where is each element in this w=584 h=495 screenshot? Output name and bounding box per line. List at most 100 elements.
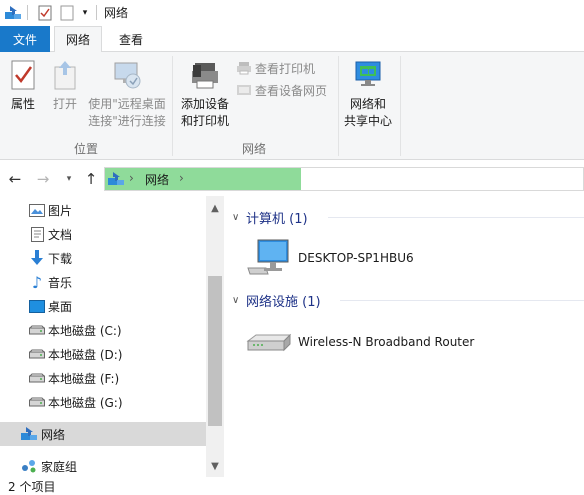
back-arrow-icon[interactable]: ← <box>6 170 24 188</box>
tab-network[interactable]: 网络 <box>54 26 102 53</box>
properties-button[interactable]: 属性 <box>4 58 42 113</box>
network-center-label-1: 网络和 <box>349 97 386 111</box>
remote-desktop-label-1: 使用"远程桌面 <box>88 97 166 111</box>
printer-small-icon <box>236 61 252 75</box>
nav-item-label: 音乐 <box>48 275 73 290</box>
nav-item-homegroup[interactable]: 家庭组 <box>0 454 206 478</box>
documents-icon <box>28 226 46 242</box>
ribbon: 属性 打开 使用"远程桌面 连接"进行连接 位置 添加设备 和打印机 查看打印机… <box>0 52 584 160</box>
open-icon <box>48 58 82 92</box>
nav-item-music[interactable]: ♪ 音乐 <box>0 270 206 294</box>
status-bar: 2 个项目 <box>0 477 584 495</box>
forward-arrow-icon[interactable]: → <box>34 170 52 188</box>
group-separator <box>400 56 401 156</box>
nav-item-documents[interactable]: 文档 <box>0 222 206 246</box>
customize-icon[interactable]: ▾ <box>76 4 94 22</box>
nav-item-label: 下载 <box>48 251 73 266</box>
drive-icon <box>28 394 46 410</box>
nav-item-drive-f[interactable]: 本地磁盘 (F:) <box>0 366 206 390</box>
nav-item-drive-d[interactable]: 本地磁盘 (D:) <box>0 342 206 366</box>
nav-item-label: 网络 <box>41 427 66 442</box>
title-bar: ▾ 网络 <box>0 0 584 26</box>
view-device-web-label: 查看设备网页 <box>255 83 328 98</box>
nav-item-label: 文档 <box>48 227 73 242</box>
separator <box>27 5 28 20</box>
nav-item-drive-c[interactable]: 本地磁盘 (C:) <box>0 318 206 342</box>
item-label: Wireless-N Broadband Router <box>298 335 475 349</box>
router-icon <box>244 320 294 364</box>
nav-item-pictures[interactable]: 图片 <box>0 198 206 222</box>
network-sharing-center-button[interactable]: 网络和 共享中心 <box>342 58 394 130</box>
nav-item-downloads[interactable]: 下载 <box>0 246 206 270</box>
recent-locations-icon[interactable]: ▾ <box>60 170 78 188</box>
network-icon[interactable] <box>4 4 22 22</box>
open-label: 打开 <box>52 97 77 111</box>
add-device-label-2: 和打印机 <box>180 114 229 128</box>
group-title: 网络设施 (1) <box>246 294 321 310</box>
navigation-scrollbar[interactable]: ▲ ▼ <box>206 196 224 477</box>
properties-icon[interactable] <box>36 4 54 22</box>
breadcrumb-separator[interactable]: › <box>179 171 184 185</box>
nav-item-network[interactable]: 网络 <box>0 422 206 446</box>
group-label-location: 位置 <box>74 142 99 156</box>
tab-view[interactable]: 查看 <box>108 26 154 52</box>
music-icon: ♪ <box>31 272 43 292</box>
group-title: 计算机 (1) <box>246 211 308 227</box>
group-divider <box>340 300 584 301</box>
navigation-pane: 图片 文档 下载 ♪ 音乐 桌面 本地磁盘 (C:) 本地磁盘 (D:) 本地磁… <box>0 196 224 477</box>
scroll-down-icon[interactable]: ▼ <box>206 458 224 474</box>
properties-label: 属性 <box>10 97 35 111</box>
separator <box>96 5 97 20</box>
drive-icon <box>28 370 46 386</box>
item-label: DESKTOP-SP1HBU6 <box>298 251 414 265</box>
view-printers-button[interactable]: 查看打印机 <box>236 59 315 77</box>
network-center-icon <box>351 58 385 92</box>
properties-icon <box>6 58 40 92</box>
breadcrumb-network[interactable]: 网络 <box>145 171 169 188</box>
remote-desktop-icon <box>110 58 144 92</box>
nav-item-label: 本地磁盘 (G:) <box>48 395 123 410</box>
remote-desktop-label-2: 连接"进行连接 <box>88 114 166 128</box>
network-icon <box>20 426 38 442</box>
nav-item-label: 本地磁盘 (F:) <box>48 371 120 386</box>
scroll-up-icon[interactable]: ▲ <box>206 200 224 216</box>
downloads-icon <box>28 250 46 266</box>
address-progress <box>105 168 301 190</box>
list-item-computer[interactable]: DESKTOP-SP1HBU6 <box>244 236 414 280</box>
network-icon <box>107 171 125 190</box>
drive-icon <box>28 346 46 362</box>
ribbon-tabs: 文件 网络 查看 <box>0 26 584 53</box>
up-arrow-icon[interactable]: ↑ <box>82 170 100 188</box>
content-pane: ∨ 计算机 (1) DESKTOP-SP1HBU6 ∨ 网络设施 (1) Wir… <box>224 196 584 477</box>
add-device-button[interactable]: 添加设备 和打印机 <box>176 58 234 130</box>
nav-item-drive-g[interactable]: 本地磁盘 (G:) <box>0 390 206 414</box>
nav-item-label: 家庭组 <box>41 459 78 474</box>
list-item-router[interactable]: Wireless-N Broadband Router <box>244 320 474 364</box>
nav-item-desktop[interactable]: 桌面 <box>0 294 206 318</box>
pictures-icon <box>28 202 46 218</box>
group-header-network-infrastructure[interactable]: ∨ 网络设施 (1) <box>232 289 321 311</box>
device-web-icon <box>236 83 252 97</box>
group-separator <box>338 56 339 156</box>
breadcrumb-separator[interactable]: › <box>129 171 134 185</box>
new-folder-icon[interactable] <box>58 4 76 22</box>
view-printers-label: 查看打印机 <box>255 61 316 76</box>
homegroup-icon <box>20 458 38 474</box>
window-title: 网络 <box>104 6 129 20</box>
tab-file[interactable]: 文件 <box>0 26 50 52</box>
nav-item-label: 本地磁盘 (C:) <box>48 323 122 338</box>
group-divider <box>328 217 584 218</box>
chevron-down-icon: ∨ <box>232 294 240 306</box>
open-button[interactable]: 打开 <box>46 58 84 113</box>
remote-desktop-button[interactable]: 使用"远程桌面 连接"进行连接 <box>86 58 168 130</box>
add-device-label-1: 添加设备 <box>180 97 229 111</box>
scroll-thumb[interactable] <box>208 276 222 426</box>
address-bar[interactable]: › 网络 › <box>104 167 584 191</box>
network-center-label-2: 共享中心 <box>343 114 392 128</box>
view-device-web-button[interactable]: 查看设备网页 <box>236 81 327 99</box>
drive-icon <box>28 322 46 338</box>
item-count: 2 个项目 <box>8 479 56 494</box>
group-header-computer[interactable]: ∨ 计算机 (1) <box>232 206 308 228</box>
group-label-network: 网络 <box>242 142 267 156</box>
chevron-down-icon: ∨ <box>232 211 240 223</box>
